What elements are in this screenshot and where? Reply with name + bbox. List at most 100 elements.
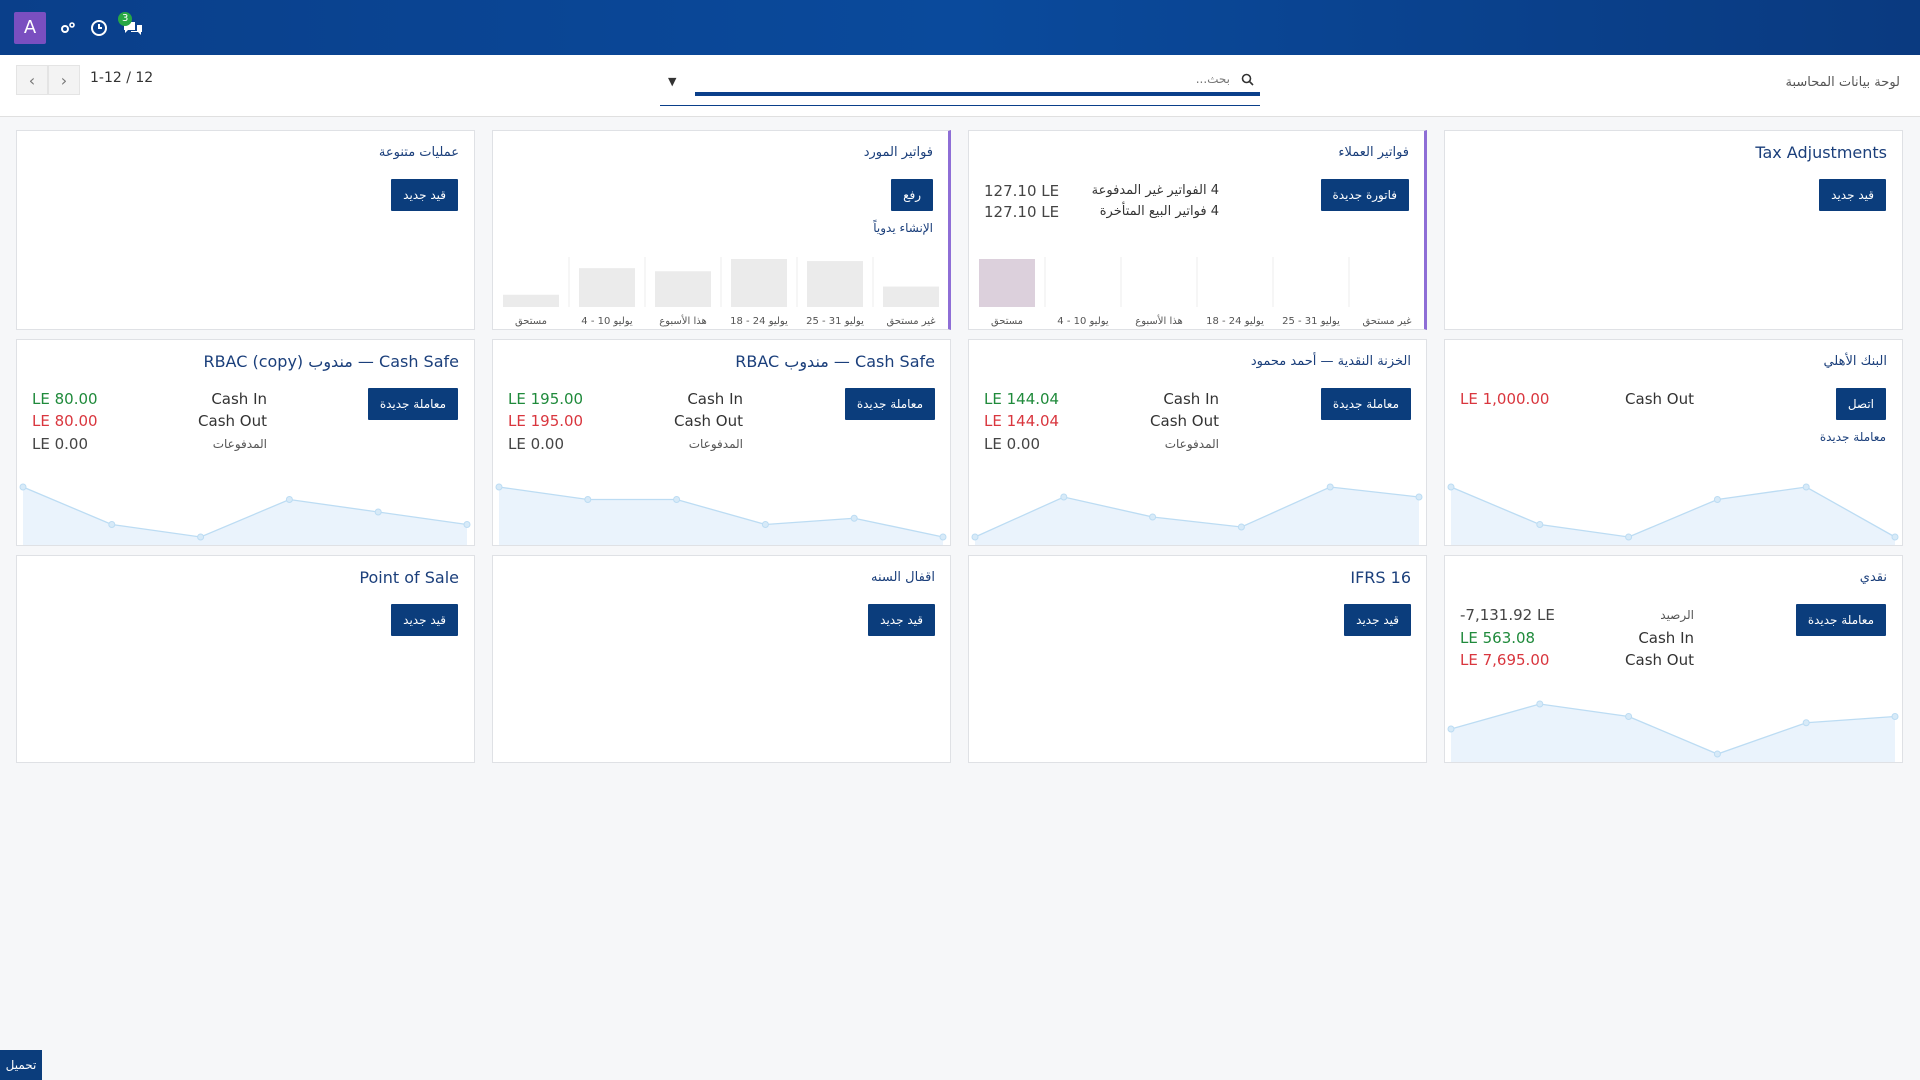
chart-x-label: مستحق bbox=[991, 316, 1023, 327]
unpaid-invoices-value: 127.10 LE bbox=[984, 182, 1060, 200]
cash-out-label: Cash Out bbox=[1150, 412, 1219, 430]
late-invoices-value: 127.10 LE bbox=[984, 203, 1060, 221]
customer-invoices-bar-chart[interactable]: مستحق 4 - 10 يوليو هذا الأسبوع 18 - 24 يولي… bbox=[969, 249, 1425, 329]
journal-card-cash-safe-rbac: Cash Safe — مندوب RBAC معاملة جديدة Cash… bbox=[492, 339, 951, 546]
search-icon[interactable] bbox=[1241, 73, 1254, 90]
new-entry-button[interactable]: قيد جديد bbox=[391, 604, 458, 636]
new-transaction-button[interactable]: معاملة جديدة bbox=[844, 388, 935, 420]
card-title[interactable]: Point of Sale bbox=[359, 568, 459, 587]
sparkline-point bbox=[1149, 513, 1157, 521]
unpaid-invoices-label[interactable]: 4 الفواتير غير المدفوعة bbox=[1092, 183, 1219, 198]
settings-cog-icon[interactable] bbox=[60, 21, 76, 35]
payments-label: المدفوعات bbox=[1164, 437, 1219, 451]
chart-x-label: غير مستحق bbox=[1362, 316, 1411, 327]
card-title[interactable]: اقفال السنه bbox=[871, 570, 935, 585]
messages-icon[interactable]: 3 bbox=[118, 11, 144, 36]
card-title[interactable]: البنك الأهلي bbox=[1823, 354, 1887, 369]
payments-value: LE 0.00 bbox=[984, 435, 1041, 453]
card-title[interactable]: فواتير العملاء bbox=[1338, 145, 1409, 160]
card-title[interactable]: Cash Safe — مندوب RBAC bbox=[735, 352, 935, 371]
chart-bar bbox=[807, 261, 863, 307]
card-title[interactable]: الخزنة النقدية — أحمد محمود bbox=[1251, 354, 1411, 369]
sparkline-area bbox=[1451, 487, 1895, 545]
cash-in-value: LE 563.08 bbox=[1460, 629, 1536, 647]
sparkline-point bbox=[495, 483, 503, 491]
sparkline-point bbox=[939, 533, 947, 541]
sparkline-point bbox=[1326, 483, 1334, 491]
top-navbar: A 3 bbox=[0, 0, 1920, 55]
sparkline-area bbox=[23, 487, 467, 545]
card-title[interactable]: Cash Safe — مندوب RBAC (copy) bbox=[203, 352, 459, 371]
chart-bar bbox=[979, 259, 1035, 307]
sparkline-point bbox=[19, 483, 27, 491]
chart-x-label: غير مستحق bbox=[886, 316, 935, 327]
payments-value: LE 0.00 bbox=[32, 435, 89, 453]
new-transaction-button[interactable]: معاملة جديدة bbox=[1795, 604, 1886, 636]
create-manually-link[interactable]: الإنشاء يدوياً bbox=[873, 221, 933, 235]
journal-card-cash: نقدي معاملة جديدة الرصيد -7,131.92 LE Ca… bbox=[1444, 555, 1903, 763]
user-avatar[interactable]: A bbox=[14, 11, 46, 44]
journal-card-vendor-bills: فواتير المورد رفع الإنشاء يدوياً مستحق 4 … bbox=[492, 130, 951, 330]
card-title[interactable]: IFRS 16 bbox=[1350, 568, 1411, 587]
new-entry-button[interactable]: قيد جديد bbox=[1819, 179, 1886, 211]
journal-card-point-of-sale: Point of Sale قيد جديد bbox=[16, 555, 475, 763]
payments-label: المدفوعات bbox=[688, 437, 743, 451]
pager-previous-button[interactable]: ‹ bbox=[16, 65, 48, 95]
chart-x-label: 18 - 24 يوليو bbox=[1206, 316, 1264, 327]
new-invoice-button[interactable]: فاتورة جديدة bbox=[1320, 179, 1409, 211]
sparkline-point bbox=[1536, 700, 1544, 708]
chart-x-label: 4 - 10 يوليو bbox=[1057, 316, 1109, 327]
vendor-bills-bar-chart[interactable]: مستحق 4 - 10 يوليو هذا الأسبوع 18 - 24 يولي… bbox=[493, 249, 949, 329]
load-button[interactable]: تحميل bbox=[0, 1050, 42, 1080]
payments-label: المدفوعات bbox=[212, 437, 267, 451]
sparkline-point bbox=[971, 533, 979, 541]
new-transaction-button[interactable]: معاملة جديدة bbox=[367, 388, 458, 420]
new-transaction-button[interactable]: معاملة جديدة bbox=[1320, 388, 1411, 420]
search-options-caret-icon[interactable]: ▼ bbox=[668, 75, 676, 88]
search-input[interactable] bbox=[750, 72, 1230, 86]
cash-out-value: LE 1,000.00 bbox=[1460, 390, 1550, 408]
sparkline-area bbox=[975, 487, 1419, 545]
sparkline-point bbox=[1060, 493, 1068, 501]
sparkline-point bbox=[1536, 521, 1544, 528]
journal-card-ahly-bank: البنك الأهلي اتصل معاملة جديدة Cash Out … bbox=[1444, 339, 1903, 546]
chart-bar bbox=[503, 294, 559, 307]
cash-sparkline bbox=[1447, 700, 1899, 762]
balance-label: الرصيد bbox=[1660, 608, 1694, 622]
payments-value: LE 0.00 bbox=[508, 435, 565, 453]
card-title[interactable]: Tax Adjustments bbox=[1755, 143, 1887, 162]
cash-out-label: Cash Out bbox=[198, 412, 267, 430]
sparkline-point bbox=[1625, 713, 1633, 720]
activity-clock-icon[interactable] bbox=[90, 19, 108, 37]
journal-card-cash-safe-rbac-copy: Cash Safe — مندوب RBAC (copy) معاملة جدي… bbox=[16, 339, 475, 546]
upload-button[interactable]: رفع bbox=[891, 179, 933, 211]
new-transaction-link[interactable]: معاملة جديدة bbox=[1820, 430, 1886, 444]
new-entry-button[interactable]: قيد جديد bbox=[868, 604, 935, 636]
cash-out-label: Cash Out bbox=[1625, 390, 1694, 408]
chart-x-label: 25 - 31 يوليو bbox=[1282, 316, 1340, 327]
connect-button[interactable]: اتصل bbox=[1835, 388, 1886, 420]
cash-in-value: LE 195.00 bbox=[508, 390, 584, 408]
card-title[interactable]: فواتير المورد bbox=[864, 145, 933, 160]
cash-out-value: LE 144.04 bbox=[984, 412, 1060, 430]
sparkline-point bbox=[1447, 725, 1455, 733]
sparkline-point bbox=[108, 521, 116, 528]
journal-card-customer-invoices: فواتير العملاء فاتورة جديدة 4 الفواتير غ… bbox=[968, 130, 1427, 330]
new-entry-button[interactable]: قيد جديد bbox=[391, 179, 458, 211]
late-invoices-label[interactable]: 4 فواتير البيع المتأخرة bbox=[1100, 204, 1219, 219]
pager-value[interactable]: 1-12 / 12 bbox=[90, 70, 153, 86]
card-title[interactable]: نقدي bbox=[1860, 570, 1887, 585]
pager-next-button[interactable]: › bbox=[48, 65, 80, 95]
sparkline-point bbox=[197, 533, 205, 541]
sparkline-point bbox=[1415, 493, 1423, 501]
sparkline-point bbox=[1891, 713, 1899, 720]
chart-x-label: 4 - 10 يوليو bbox=[581, 316, 633, 327]
sparkline-area bbox=[1451, 704, 1895, 762]
journal-card-misc-operations: عمليات متنوعة قيد جديد bbox=[16, 130, 475, 330]
new-entry-button[interactable]: قيد جديد bbox=[1344, 604, 1411, 636]
journal-card-tax-adjustments: Tax Adjustments قيد جديد bbox=[1444, 130, 1903, 330]
sparkline-point bbox=[1447, 483, 1455, 491]
search-bar: ▼ bbox=[660, 70, 1260, 106]
sparkline-point bbox=[1802, 719, 1810, 727]
card-title[interactable]: عمليات متنوعة bbox=[379, 145, 459, 160]
